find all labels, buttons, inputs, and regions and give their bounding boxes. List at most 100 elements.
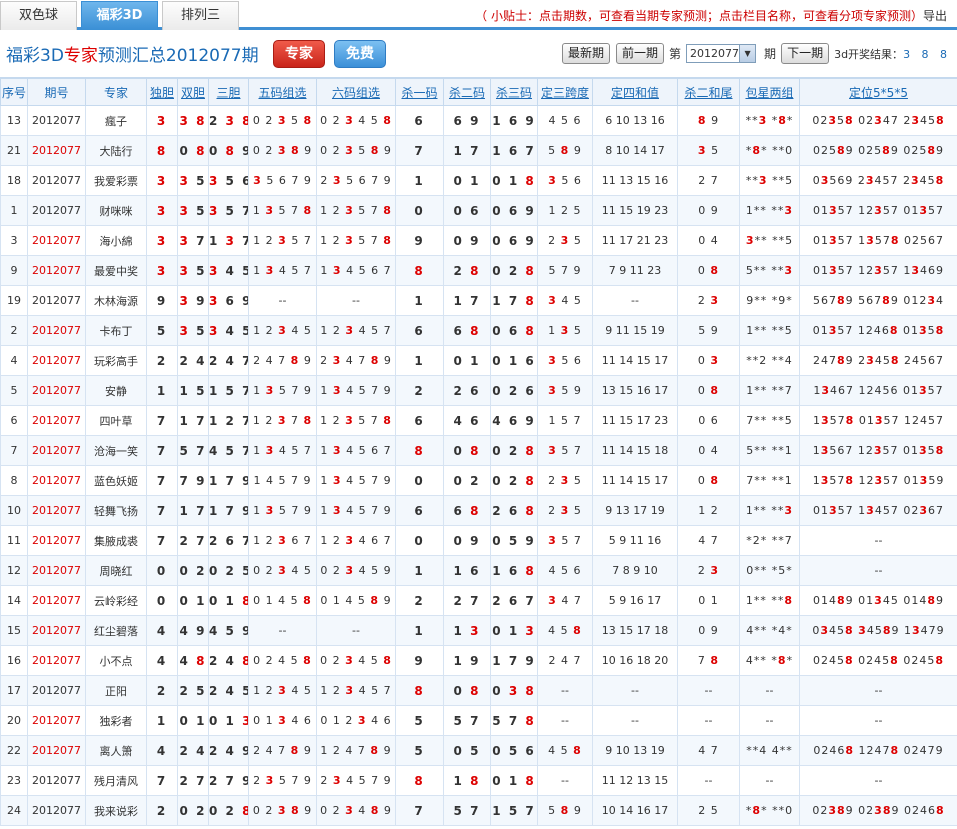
next-period-button[interactable]: 下一期 <box>781 43 830 64</box>
col-header[interactable]: 杀一码 <box>395 78 444 106</box>
expert-button[interactable]: 专家 <box>273 40 325 68</box>
cell-expert[interactable]: 蓝色妖姬 <box>85 465 147 496</box>
col-header[interactable]: 杀二码 <box>443 78 491 106</box>
export-link[interactable]: 导出 <box>923 9 947 23</box>
cell-expert[interactable]: 最爱中奖 <box>85 255 147 286</box>
cell-expert[interactable]: 我来说彩 <box>85 795 147 826</box>
cell-period[interactable]: 2012077 <box>27 585 86 616</box>
cell-period[interactable]: 2012077 <box>27 765 86 796</box>
hit-digit: 8 <box>525 443 536 458</box>
cell-period[interactable]: 2012077 <box>27 465 86 496</box>
cell-expert[interactable]: 瘋子 <box>85 105 147 136</box>
cell-expert[interactable]: 海小綿 <box>85 225 147 256</box>
col-header[interactable]: 杀二和尾 <box>677 78 740 106</box>
hit-digit: 3 <box>919 474 929 487</box>
col-header[interactable]: 六码组选 <box>316 78 396 106</box>
cell-bx: 7** **5 <box>739 405 800 436</box>
cell-period[interactable]: 2012077 <box>27 165 86 196</box>
cell-period[interactable]: 2012077 <box>27 795 86 826</box>
cell-expert[interactable]: 安静 <box>85 375 147 406</box>
cell-period[interactable]: 2012077 <box>27 615 86 646</box>
cell-expert[interactable]: 木林海源 <box>85 285 147 316</box>
cell-expert[interactable]: 红尘碧落 <box>85 615 147 646</box>
cell-k3: 0 1 6 <box>490 345 538 376</box>
cell-period[interactable]: 2012077 <box>27 435 86 466</box>
cell-expert[interactable]: 四叶草 <box>85 405 147 436</box>
col-header[interactable]: 三胆 <box>208 78 249 106</box>
col-header[interactable]: 定四和值 <box>592 78 678 106</box>
cell-d3: 4 5 9 <box>208 615 249 646</box>
cell-expert[interactable]: 残月清风 <box>85 765 147 796</box>
cell-expert[interactable]: 云岭彩经 <box>85 585 147 616</box>
cell-kd: 3 5 6 <box>537 345 593 376</box>
hit-digit: 8 <box>837 354 846 367</box>
cell-period[interactable]: 2012077 <box>27 675 86 706</box>
cell-expert[interactable]: 周晓红 <box>85 555 147 586</box>
cell-period[interactable]: 2012077 <box>27 135 86 166</box>
cell-expert[interactable]: 财咪咪 <box>85 195 147 226</box>
cell-period[interactable]: 2012077 <box>27 405 86 436</box>
col-header[interactable]: 定位5*5*5 <box>799 78 957 106</box>
free-button[interactable]: 免费 <box>334 40 386 68</box>
hit-digit: 8 <box>573 744 582 757</box>
hit-digit: 8 <box>935 804 945 817</box>
cell-d3: 2 3 8 <box>208 105 249 136</box>
hit-digit: 3 <box>332 384 342 397</box>
cell-expert[interactable]: 集腋成裘 <box>85 525 147 556</box>
cell-period[interactable]: 2012077 <box>27 315 86 346</box>
cell-k1: 9 <box>395 645 444 676</box>
cell-expert[interactable]: 沧海一笑 <box>85 435 147 466</box>
cell-expert[interactable]: 卡布丁 <box>85 315 147 346</box>
cell-period[interactable]: 2012077 <box>27 225 86 256</box>
tab-pailie3[interactable]: 排列三 <box>162 1 239 30</box>
cell-period[interactable]: 2012077 <box>27 555 86 586</box>
cell-period[interactable]: 2012077 <box>27 375 86 406</box>
hit-digit: 3 <box>265 204 274 217</box>
cell-k3: 0 3 8 <box>490 675 538 706</box>
cell-period[interactable]: 2012077 <box>27 345 86 376</box>
hit-digit: 3 <box>277 144 287 157</box>
cell-d2: 2 5 <box>177 675 209 706</box>
cell-period[interactable]: 2012077 <box>27 645 86 676</box>
cell-period[interactable]: 2012077 <box>27 495 86 526</box>
tab-fucai3d[interactable]: 福彩3D <box>81 1 158 30</box>
cell-period[interactable]: 2012077 <box>27 285 86 316</box>
prev-period-button[interactable]: 前一期 <box>616 43 665 64</box>
qi-label: 期 <box>764 47 777 61</box>
hit-digit: 8 <box>935 114 945 127</box>
cell-period[interactable]: 2012077 <box>27 195 86 226</box>
tab-shuangseqiu[interactable]: 双色球 <box>0 1 77 30</box>
cell-period[interactable]: 2012077 <box>27 735 86 766</box>
cell-expert[interactable]: 离人箫 <box>85 735 147 766</box>
latest-period-button[interactable]: 最新期 <box>562 43 611 64</box>
col-header[interactable]: 杀三码 <box>490 78 538 106</box>
cell-expert[interactable]: 轻舞飞扬 <box>85 495 147 526</box>
cell-d2: 1 5 <box>177 375 209 406</box>
hit-digit: 8 <box>525 323 536 338</box>
cell-w6: 1 2 3 4 5 7 <box>316 675 396 706</box>
period-select[interactable]: 2012077 ▼ <box>686 44 757 63</box>
cell-hz: 11 14 15 17 <box>592 345 678 376</box>
table-row: 192012077木林海源93 93 6 9----11 71 7 83 4 5… <box>0 285 957 316</box>
hit-digit: 3 <box>470 623 481 638</box>
col-header[interactable]: 定三跨度 <box>537 78 593 106</box>
col-header[interactable]: 独胆 <box>146 78 178 106</box>
cell-expert[interactable]: 玩彩高手 <box>85 345 147 376</box>
cell-hw: 2 3 <box>677 555 740 586</box>
col-header[interactable]: 双胆 <box>177 78 209 106</box>
cell-period[interactable]: 2012077 <box>27 255 86 286</box>
cell-period[interactable]: 2012077 <box>27 105 86 136</box>
col-header[interactable]: 包星两组 <box>739 78 800 106</box>
cell-expert[interactable]: 小不点 <box>85 645 147 676</box>
hit-digit: 3 <box>548 384 557 397</box>
cell-period[interactable]: 2012077 <box>27 705 86 736</box>
col-header[interactable]: 五码组选 <box>248 78 317 106</box>
cell-period[interactable]: 2012077 <box>27 525 86 556</box>
cell-expert[interactable]: 我爱彩票 <box>85 165 147 196</box>
cell-expert[interactable]: 正阳 <box>85 675 147 706</box>
cell-expert[interactable]: 大陆行 <box>85 135 147 166</box>
cell-w5: -- <box>248 615 317 646</box>
cell-expert[interactable]: 独彩者 <box>85 705 147 736</box>
cell-hz: 5 9 16 17 <box>592 585 678 616</box>
cell-k2: 2 7 <box>443 585 491 616</box>
